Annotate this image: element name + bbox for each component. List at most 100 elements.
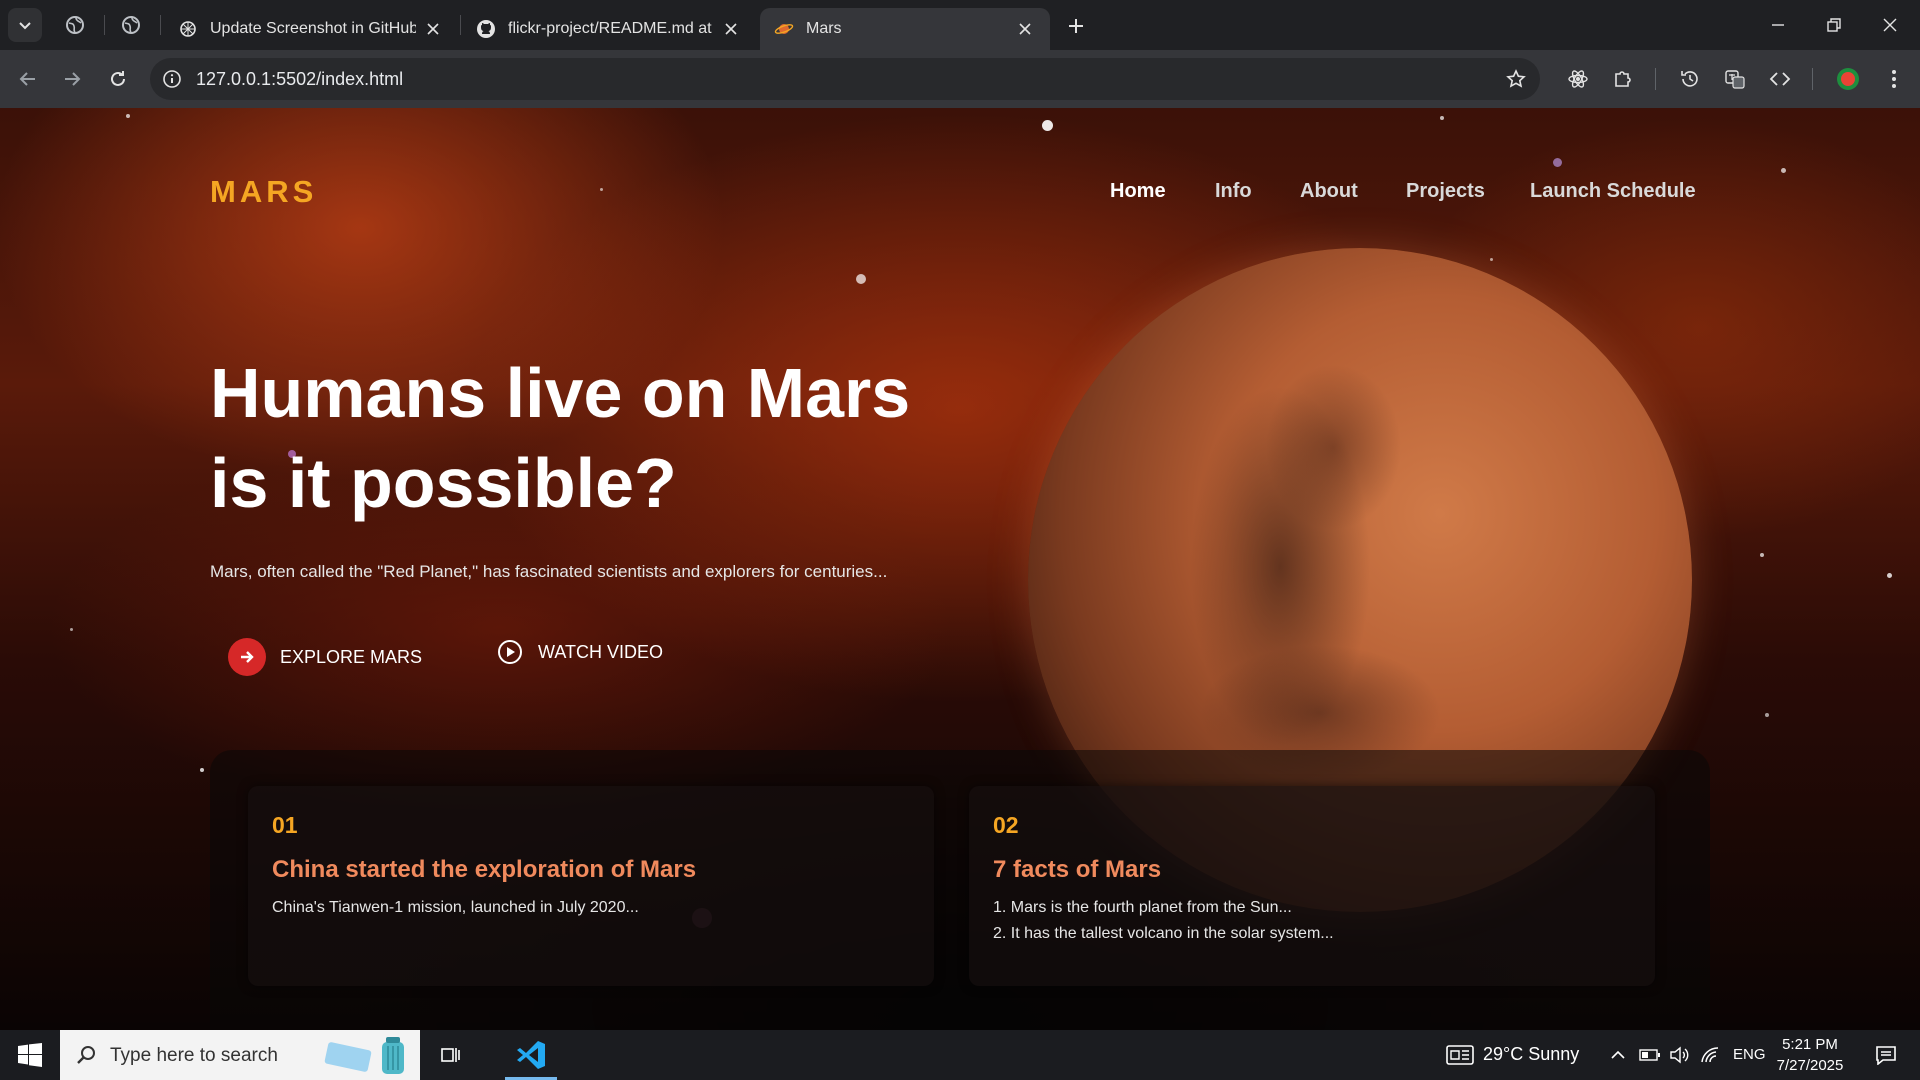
back-button[interactable] — [14, 65, 42, 93]
explore-mars-button[interactable]: EXPLORE MARS — [228, 638, 422, 676]
tab-title: Update Screenshot in GitHub — [210, 20, 416, 37]
pinned-tab-2[interactable] — [118, 12, 144, 38]
tab-separator — [160, 15, 161, 35]
plus-icon — [1069, 19, 1083, 33]
search-highlight-illustration — [324, 1037, 404, 1074]
taskbar-search-box[interactable]: Type here to search — [60, 1030, 420, 1080]
tab-title: Mars — [806, 20, 842, 37]
history-icon — [1681, 71, 1698, 87]
battery-icon[interactable] — [1638, 1030, 1662, 1080]
minimize-icon — [1772, 24, 1784, 26]
hero-title: Humans live on Mars is it possible? — [210, 348, 970, 528]
taskbar: Type here to search 29°C Sunny ENG 5:21 … — [0, 1030, 1920, 1080]
card-title: China started the exploration of Mars — [272, 856, 697, 883]
hero-title-line-1: Humans live on Mars — [210, 354, 911, 432]
close-tab-icon[interactable] — [720, 18, 742, 40]
globe-icon — [122, 16, 140, 34]
vscode-icon — [517, 1041, 545, 1069]
tab-update-screenshot[interactable]: Update Screenshot in GitHub — [164, 8, 458, 50]
menu-button[interactable] — [1880, 65, 1908, 93]
nav-home[interactable]: Home — [1110, 180, 1166, 203]
github-icon — [476, 19, 496, 39]
play-circle-icon — [496, 638, 524, 666]
nav-projects[interactable]: Projects — [1406, 180, 1485, 203]
vscode-taskbar-button[interactable] — [505, 1030, 557, 1080]
extensions-button[interactable] — [1609, 65, 1637, 93]
site-logo[interactable]: MARS — [210, 174, 317, 210]
close-tab-icon[interactable] — [422, 18, 444, 40]
tab-separator — [460, 15, 461, 35]
profile-button[interactable] — [1834, 65, 1862, 93]
avatar-icon — [1837, 68, 1859, 90]
puzzle-icon — [1615, 71, 1631, 87]
new-tab-button[interactable] — [1062, 12, 1090, 40]
nav-about[interactable]: About — [1300, 180, 1358, 203]
search-placeholder: Type here to search — [110, 1045, 278, 1066]
close-window-button[interactable] — [1862, 0, 1918, 50]
hero-subtitle: Mars, often called the "Red Planet," has… — [210, 562, 888, 581]
language-indicator[interactable]: ENG — [1733, 1046, 1766, 1063]
extension-react-button[interactable] — [1564, 65, 1592, 93]
restore-button[interactable] — [1806, 0, 1862, 50]
watch-video-button[interactable]: WATCH VIDEO — [496, 638, 663, 666]
card-number: 02 — [993, 812, 1019, 838]
minimize-button[interactable] — [1750, 0, 1806, 50]
tab-title: flickr-project/README.md at m — [508, 20, 714, 37]
chevron-up-icon — [1611, 1050, 1625, 1059]
history-button[interactable] — [1676, 65, 1704, 93]
reload-button[interactable] — [104, 65, 132, 93]
nav-info[interactable]: Info — [1215, 180, 1252, 203]
notification-icon — [1876, 1046, 1896, 1065]
atom-icon — [1568, 70, 1588, 88]
clock-date: 7/27/2025 — [1776, 1057, 1844, 1074]
restore-icon — [1827, 18, 1841, 32]
tab-flickr-readme[interactable]: flickr-project/README.md at m — [462, 8, 756, 50]
card-text: 2. It has the tallest volcano in the sol… — [993, 925, 1334, 942]
card-title: 7 facts of Mars — [993, 856, 1162, 883]
forward-button[interactable] — [58, 65, 86, 93]
pinned-tab-1[interactable] — [62, 12, 88, 38]
task-view-icon — [441, 1048, 460, 1062]
web-page: MARS Home Info About Projects Launch Sch… — [0, 108, 1920, 1030]
fact-card[interactable]: 02 7 facts of Mars 1. Mars is the fourth… — [969, 786, 1655, 986]
arrow-right-icon — [65, 72, 81, 86]
clock-time: 5:21 PM — [1782, 1036, 1838, 1053]
tab-strip: Update Screenshot in GitHub flickr-proje… — [0, 0, 1920, 50]
watch-video-label: WATCH VIDEO — [538, 641, 663, 662]
arrow-right-icon — [228, 638, 266, 676]
nav-launch-schedule[interactable]: Launch Schedule — [1530, 180, 1696, 203]
url-text[interactable]: 127.0.0.1:5502/index.html — [196, 69, 403, 90]
volume-icon[interactable] — [1668, 1030, 1692, 1080]
explore-mars-label: EXPLORE MARS — [280, 646, 423, 667]
wifi-icon[interactable] — [1698, 1030, 1722, 1080]
toolbar-separator — [1655, 68, 1656, 90]
task-view-button[interactable] — [430, 1030, 470, 1080]
weather-text[interactable]: 29°C Sunny — [1483, 1044, 1579, 1065]
close-icon — [1883, 18, 1897, 32]
tab-separator — [104, 15, 105, 35]
site-info-icon[interactable] — [160, 67, 184, 91]
devtools-button[interactable] — [1766, 65, 1794, 93]
clock[interactable]: 5:21 PM 7/27/2025 — [1770, 1034, 1850, 1076]
start-button[interactable] — [0, 1030, 60, 1080]
planet-icon — [774, 19, 794, 39]
browser-toolbar: 127.0.0.1:5502/index.html — [0, 50, 1920, 108]
reload-icon — [111, 71, 125, 86]
more-vert-icon — [1892, 70, 1896, 88]
bookmark-star-icon[interactable] — [1504, 67, 1528, 91]
fact-card[interactable]: 01 China started the exploration of Mars… — [248, 786, 934, 986]
card-number: 01 — [272, 812, 298, 838]
chevron-down-icon — [19, 22, 31, 30]
tab-mars[interactable]: Mars — [760, 8, 1050, 50]
news-weather-icon — [1446, 1045, 1474, 1065]
tab-search-button[interactable] — [8, 8, 42, 42]
translate-button[interactable] — [1721, 65, 1749, 93]
address-bar[interactable]: 127.0.0.1:5502/index.html — [150, 58, 1540, 100]
card-text: China's Tianwen-1 mission, launched in J… — [272, 899, 639, 916]
search-icon — [77, 1046, 95, 1064]
weather-widget-icon[interactable] — [1442, 1030, 1478, 1080]
show-hidden-icons-button[interactable] — [1606, 1030, 1630, 1080]
close-tab-icon[interactable] — [1014, 18, 1036, 40]
windows-logo-icon — [18, 1043, 42, 1067]
notifications-button[interactable] — [1866, 1030, 1906, 1080]
